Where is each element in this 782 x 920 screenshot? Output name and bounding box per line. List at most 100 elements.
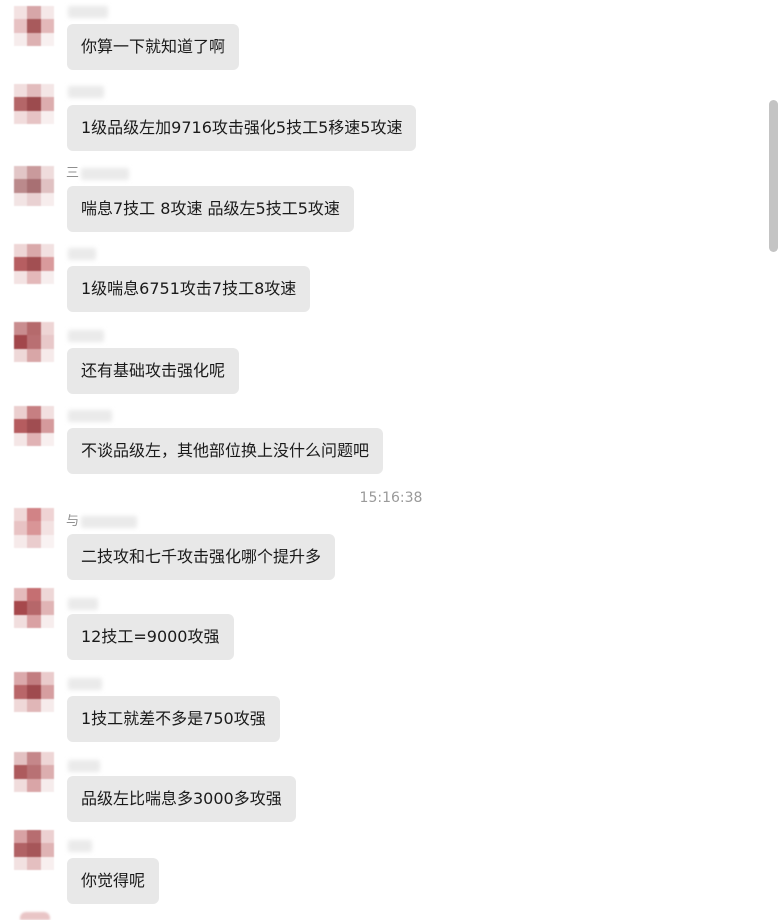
avatar-pixel <box>40 685 54 699</box>
avatar[interactable] <box>14 6 54 46</box>
avatar-pixel <box>27 614 41 628</box>
avatar-pixel <box>27 752 41 766</box>
redacted-name <box>68 85 104 98</box>
avatar-pixel <box>14 765 28 779</box>
avatar-pixel <box>14 534 28 548</box>
avatar-pixel <box>40 348 54 362</box>
avatar[interactable] <box>14 166 54 206</box>
message-bubble[interactable]: 12技工=9000攻强 <box>67 614 234 660</box>
message-bubble[interactable]: 你算一下就知道了啊 <box>67 24 240 70</box>
sender-name <box>66 676 102 692</box>
avatar-pixel <box>14 752 28 766</box>
redacted-name <box>68 759 100 772</box>
avatar[interactable] <box>14 672 54 712</box>
avatar-pixel <box>14 335 28 349</box>
avatar-pixel <box>14 322 28 336</box>
avatar-pixel <box>27 778 41 792</box>
sender-name <box>66 4 108 20</box>
avatar-pixel <box>40 179 54 193</box>
avatar-pixel <box>40 6 54 20</box>
avatar[interactable] <box>14 406 54 446</box>
redacted-name <box>81 167 130 180</box>
chat-history-pane[interactable]: 你算一下就知道了啊 1级品级左加9716攻击强化5技工5移速5攻速 三 喘息7技… <box>0 0 782 920</box>
sender-name <box>66 246 96 262</box>
scrollbar-thumb[interactable] <box>769 100 778 252</box>
avatar-pixel <box>14 84 28 98</box>
avatar-pixel <box>14 257 28 271</box>
avatar-pixel <box>40 521 54 535</box>
avatar-pixel <box>40 166 54 180</box>
message-bubble[interactable]: 你觉得呢 <box>67 858 160 904</box>
avatar[interactable] <box>14 830 54 870</box>
redacted-name <box>68 5 108 18</box>
message-bubble[interactable]: 品级左比喘息多3000多攻强 <box>67 776 296 822</box>
avatar-pixel <box>27 6 41 20</box>
avatar-pixel <box>14 32 28 46</box>
redacted-name <box>68 409 112 422</box>
sender-name: 与 <box>66 514 138 530</box>
avatar-pixel <box>40 32 54 46</box>
redacted-name <box>68 677 102 690</box>
avatar-pixel <box>27 765 41 779</box>
sender-name <box>66 596 98 612</box>
avatar-pixel <box>27 685 41 699</box>
avatar-pixel <box>27 521 41 535</box>
avatar[interactable] <box>14 244 54 284</box>
avatar[interactable] <box>14 588 54 628</box>
sender-name: 三 <box>66 166 130 182</box>
avatar-pixel <box>27 110 41 124</box>
avatar-pixel <box>27 244 41 258</box>
message-bubble[interactable]: 1级品级左加9716攻击强化5技工5移速5攻速 <box>67 105 417 151</box>
avatar[interactable] <box>14 322 54 362</box>
avatar-pixel <box>27 32 41 46</box>
avatar-pixel <box>40 752 54 766</box>
avatar-pixel <box>27 843 41 857</box>
avatar-pixel <box>40 322 54 336</box>
avatar-pixel <box>14 166 28 180</box>
avatar-pixel <box>27 534 41 548</box>
avatar-pixel <box>14 244 28 258</box>
avatar-pixel <box>14 97 28 111</box>
sender-name <box>66 328 104 344</box>
avatar-pixel <box>27 335 41 349</box>
avatar-pixel <box>14 508 28 522</box>
avatar[interactable] <box>14 84 54 124</box>
message-bubble[interactable]: 二技攻和七千攻击强化哪个提升多 <box>67 534 336 580</box>
redacted-name <box>68 247 96 260</box>
avatar-pixel <box>27 97 41 111</box>
avatar-pixel <box>40 534 54 548</box>
avatar-pixel <box>40 335 54 349</box>
avatar-pixel <box>14 6 28 20</box>
avatar-pixel <box>14 614 28 628</box>
avatar-pixel <box>40 508 54 522</box>
sender-name <box>66 408 112 424</box>
avatar-pixel <box>40 19 54 33</box>
avatar-pixel <box>40 843 54 857</box>
avatar-pixel <box>40 432 54 446</box>
avatar-pixel <box>40 406 54 420</box>
avatar-pixel <box>27 348 41 362</box>
avatar-pixel <box>14 856 28 870</box>
avatar-pixel <box>14 406 28 420</box>
scrollbar[interactable] <box>766 0 782 920</box>
message-bubble[interactable]: 1级喘息6751攻击7技工8攻速 <box>67 266 311 312</box>
avatar-pixel <box>40 110 54 124</box>
avatar-pixel <box>40 84 54 98</box>
avatar-pixel <box>14 419 28 433</box>
avatar-pixel <box>14 698 28 712</box>
message-bubble[interactable]: 还有基础攻击强化呢 <box>67 348 240 394</box>
message-bubble[interactable]: 不谈品级左，其他部位换上没什么问题吧 <box>67 428 384 474</box>
sender-label: 三 <box>66 166 80 181</box>
message-bubble[interactable]: 喘息7技工 8攻速 品级左5技工5攻速 <box>67 186 354 232</box>
avatar[interactable] <box>20 912 50 920</box>
avatar-pixel <box>14 843 28 857</box>
avatar-pixel <box>14 521 28 535</box>
avatar-pixel <box>14 19 28 33</box>
message-bubble[interactable]: 1技工就差不多是750攻强 <box>67 696 280 742</box>
avatar-pixel <box>27 19 41 33</box>
avatar[interactable] <box>14 752 54 792</box>
avatar-pixel <box>14 588 28 602</box>
sender-name <box>66 838 92 854</box>
avatar-pixel <box>40 698 54 712</box>
avatar[interactable] <box>14 508 54 548</box>
